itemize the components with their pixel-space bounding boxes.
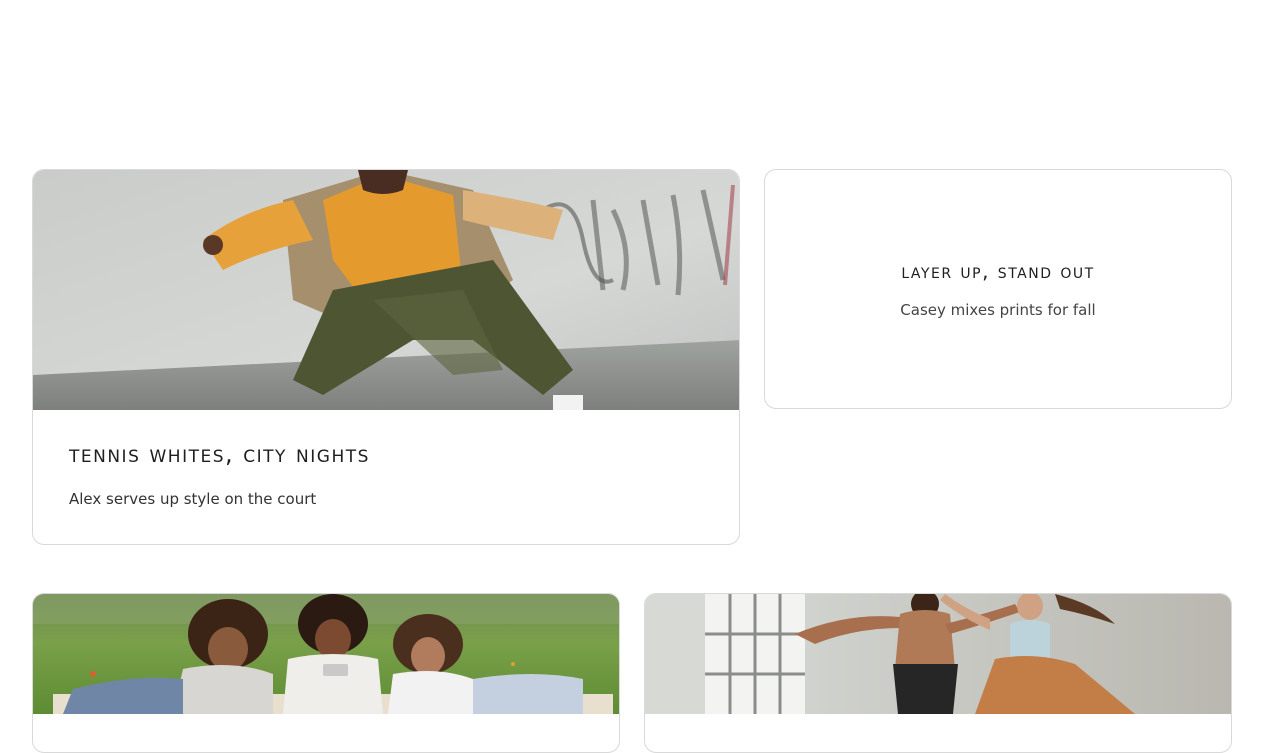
story-card-friends[interactable] [32, 593, 620, 753]
story-card-layer-up[interactable]: Layer Up, Stand Out Casey mixes prints f… [764, 169, 1232, 409]
friends-photo [33, 594, 619, 714]
story-image-dancers[interactable] [645, 594, 1231, 714]
card-title[interactable]: Layer Up, Stand Out [901, 259, 1094, 283]
story-image-dancer[interactable] [33, 170, 739, 410]
story-card-tennis-whites[interactable]: Tennis Whites, City Nights Alex serves u… [32, 169, 740, 545]
story-card-dancers[interactable] [644, 593, 1232, 753]
story-image-friends[interactable] [33, 594, 619, 714]
dancer-photo [33, 170, 739, 410]
card-subtitle: Casey mixes prints for fall [900, 301, 1096, 319]
card-subtitle: Alex serves up style on the court [69, 490, 317, 508]
card-title[interactable]: Tennis Whites, City Nights [69, 440, 703, 468]
dancers-photo [645, 594, 1231, 714]
